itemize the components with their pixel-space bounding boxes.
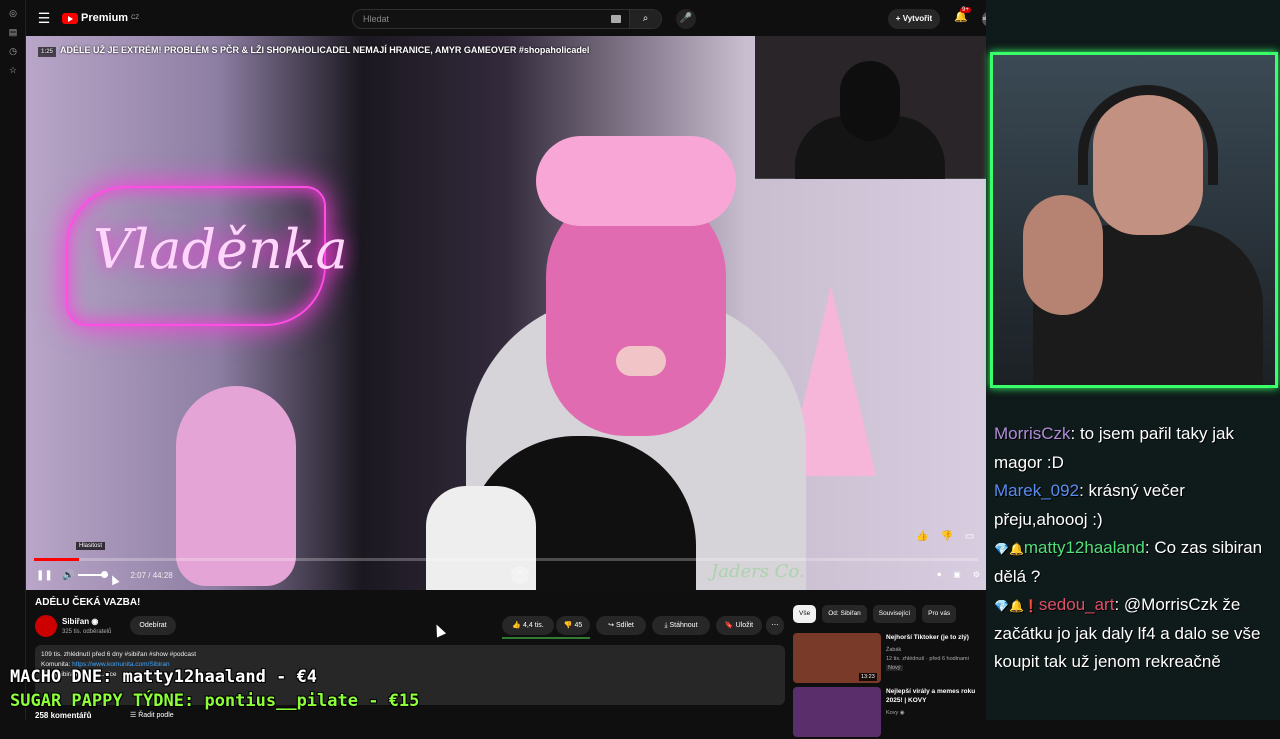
more-actions-button[interactable]: ⋯ xyxy=(766,616,784,635)
verified-icon: ◉ xyxy=(91,617,99,626)
browser-sidebar: ◎ ▤ ◷ ☆ xyxy=(0,0,26,720)
sugar-pappy-banner: SUGAR PAPPY TÝDNE: pontius__pilate - €15 xyxy=(10,691,420,711)
youtube-topbar: ☰ Premium CZ Hledat ⌕ 🎤 + Vytvořit 🔔9+ s… xyxy=(26,0,1011,36)
chat-username: MorrisCzk xyxy=(994,424,1071,443)
video-inset-host xyxy=(755,36,986,179)
voice-search-icon[interactable]: 🎤 xyxy=(676,9,696,29)
related-channel: Žabák xyxy=(886,647,902,653)
logo-region: CZ xyxy=(131,15,140,21)
chat-badges: 💎🔔❗ xyxy=(994,599,1039,613)
player-controls: ❚❚ 🔊 2:07 / 44:28 ⏺ ▣ ⚙ xyxy=(36,568,980,582)
page-icon[interactable]: ▤ xyxy=(0,27,26,38)
volume-slider[interactable] xyxy=(78,571,109,578)
autoplay-toggle[interactable]: ⏺ xyxy=(937,570,941,580)
video-player[interactable]: Vladěnka 1:25 ADÉLE UŽ JE EXTRÉM! PROBLÉM… xyxy=(26,36,986,590)
notifications-icon[interactable]: 🔔 9+ xyxy=(954,7,971,23)
settings-icon[interactable]: ⚙ xyxy=(973,570,980,580)
macho-of-day-banner: MACHO DNE: matty12haaland - €4 xyxy=(10,667,318,687)
dislike-icon[interactable]: 👎 xyxy=(940,531,952,542)
channel-name-text: Sibiřan xyxy=(62,617,90,626)
create-button[interactable]: + Vytvořit xyxy=(888,9,940,29)
subscriber-count: 325 tis. odběratelů xyxy=(62,629,112,635)
chat-message: Marek_092: krásný večer přeju,ahoooj :) xyxy=(994,477,1280,534)
video-overlay-title: 1:25 ADÉLE UŽ JE EXTRÉM! PROBLÉM S PČR & … xyxy=(38,45,589,57)
pink-bow xyxy=(536,136,736,226)
logo-text: Premium xyxy=(81,12,129,24)
share-label: Sdílet xyxy=(615,622,634,629)
related-title[interactable]: Nejhorší Tiktoker (je to zlý) xyxy=(886,633,986,642)
save-label: Uložit xyxy=(735,622,754,629)
neon-sign: Vladěnka xyxy=(66,186,348,326)
subscribe-button[interactable]: Odebírat xyxy=(130,616,176,635)
miniplayer-icon[interactable]: ▣ xyxy=(953,570,961,580)
youtube-logo[interactable]: Premium CZ xyxy=(62,12,139,24)
channel-avatar[interactable] xyxy=(35,615,57,637)
chip-for-you[interactable]: Pro vás xyxy=(922,605,957,623)
plush-toy xyxy=(176,386,296,586)
star-icon[interactable]: ☆ xyxy=(0,65,26,76)
sort-comments-button[interactable]: ☰ Řadit podle xyxy=(130,711,174,719)
streamer-webcam xyxy=(990,52,1278,388)
related-meta: 12 tis. zhlédnutí · před 6 hodinami xyxy=(886,656,969,662)
streamer-hand xyxy=(1023,195,1103,315)
player-side-actions: 👍 👎 ▭ ↪ xyxy=(916,531,986,542)
dislike-button[interactable]: 👎 45 xyxy=(556,616,590,635)
overlay-time-chip: 1:25 xyxy=(38,47,57,57)
keyboard-icon[interactable] xyxy=(611,15,621,23)
dislike-count: 45 xyxy=(574,622,583,629)
search-input[interactable]: Hledat ⌕ xyxy=(352,9,662,29)
mouth xyxy=(616,346,666,376)
save-button[interactable]: 🔖 Uložit xyxy=(716,616,762,635)
mouse-cursor-icon xyxy=(431,622,447,638)
related-video-item[interactable]: 13:23 Nejhorší Tiktoker (je to zlý) Žabá… xyxy=(793,633,993,685)
related-filter-chips: Vše Od: Sibiřan Související Pro vás xyxy=(793,605,957,623)
headset xyxy=(1078,85,1218,185)
volume-tooltip: Hlasitost xyxy=(76,542,106,550)
like-icon[interactable]: 👍 xyxy=(916,531,928,542)
download-button[interactable]: ⤓ Stáhnout xyxy=(652,616,710,635)
clock-icon[interactable]: ◷ xyxy=(0,46,26,57)
download-label: Stáhnout xyxy=(669,622,698,629)
chat-badges: 💎🔔 xyxy=(994,542,1024,556)
related-badge: Nový xyxy=(886,665,903,671)
time-display: 2:07 / 44:28 xyxy=(130,570,173,580)
volume-icon[interactable]: 🔊 xyxy=(62,570,74,581)
chat-username: sedou_art xyxy=(1038,595,1115,614)
history-icon[interactable]: ◎ xyxy=(0,8,26,19)
progress-fill xyxy=(34,558,80,561)
comment-count: 258 komentářů xyxy=(35,711,92,720)
search-button[interactable]: ⌕ xyxy=(629,10,661,28)
chat-message: MorrisCzk: to jsem pařil taky jak magor … xyxy=(994,420,1280,477)
chat-message: 💎🔔matty12haaland: Co zas sibiran dělá ? xyxy=(994,534,1280,591)
chip-all[interactable]: Vše xyxy=(793,605,817,623)
share-button[interactable]: ↪ Sdílet xyxy=(596,616,646,635)
stream-chat: MorrisCzk: to jsem pařil taky jak magor … xyxy=(994,420,1280,676)
related-title[interactable]: Nejlepší virály a memes roku 2025! | KOV… xyxy=(886,687,986,705)
chip-related[interactable]: Související xyxy=(872,605,917,623)
like-button[interactable]: 👍 4,4 tis. xyxy=(502,616,554,635)
sort-label: Řadit podle xyxy=(138,712,174,719)
chat-message: 💎🔔❗sedou_art: @MorrisCzk že začátku jo j… xyxy=(994,591,1280,676)
youtube-play-icon xyxy=(62,12,78,24)
like-ratio-bar xyxy=(502,637,590,639)
chat-username: matty12haaland xyxy=(1023,538,1145,557)
chip-from-channel[interactable]: Od: Sibiřan xyxy=(822,605,867,623)
related-duration: 13:23 xyxy=(859,673,877,681)
related-thumbnail[interactable] xyxy=(793,687,881,737)
channel-name[interactable]: Sibiřan ◉ xyxy=(62,617,98,626)
like-count: 4,4 tis. xyxy=(523,622,544,629)
related-channel: Kovy ◉ xyxy=(886,710,905,716)
host-mask xyxy=(840,61,900,141)
video-title: ADÉLU ČEKÁ VAZBA! xyxy=(35,597,141,608)
chat-username: Marek_092 xyxy=(994,481,1080,500)
progress-bar[interactable] xyxy=(34,558,978,561)
menu-icon[interactable]: ☰ xyxy=(26,10,62,27)
overlay-title-text: ADÉLE UŽ JE EXTRÉM! PROBLÉM S PČR & LŽI … xyxy=(60,45,590,55)
notification-badge: 9+ xyxy=(960,7,971,13)
search-placeholder: Hledat xyxy=(363,14,390,24)
pause-button[interactable]: ❚❚ xyxy=(36,570,53,581)
desc-line-1: 109 tis. zhlédnutí před 6 dny #sibiřan #… xyxy=(41,651,197,658)
related-video-item[interactable]: Nejlepší virály a memes roku 2025! | KOV… xyxy=(793,687,993,739)
comment-icon[interactable]: ▭ xyxy=(965,531,974,542)
